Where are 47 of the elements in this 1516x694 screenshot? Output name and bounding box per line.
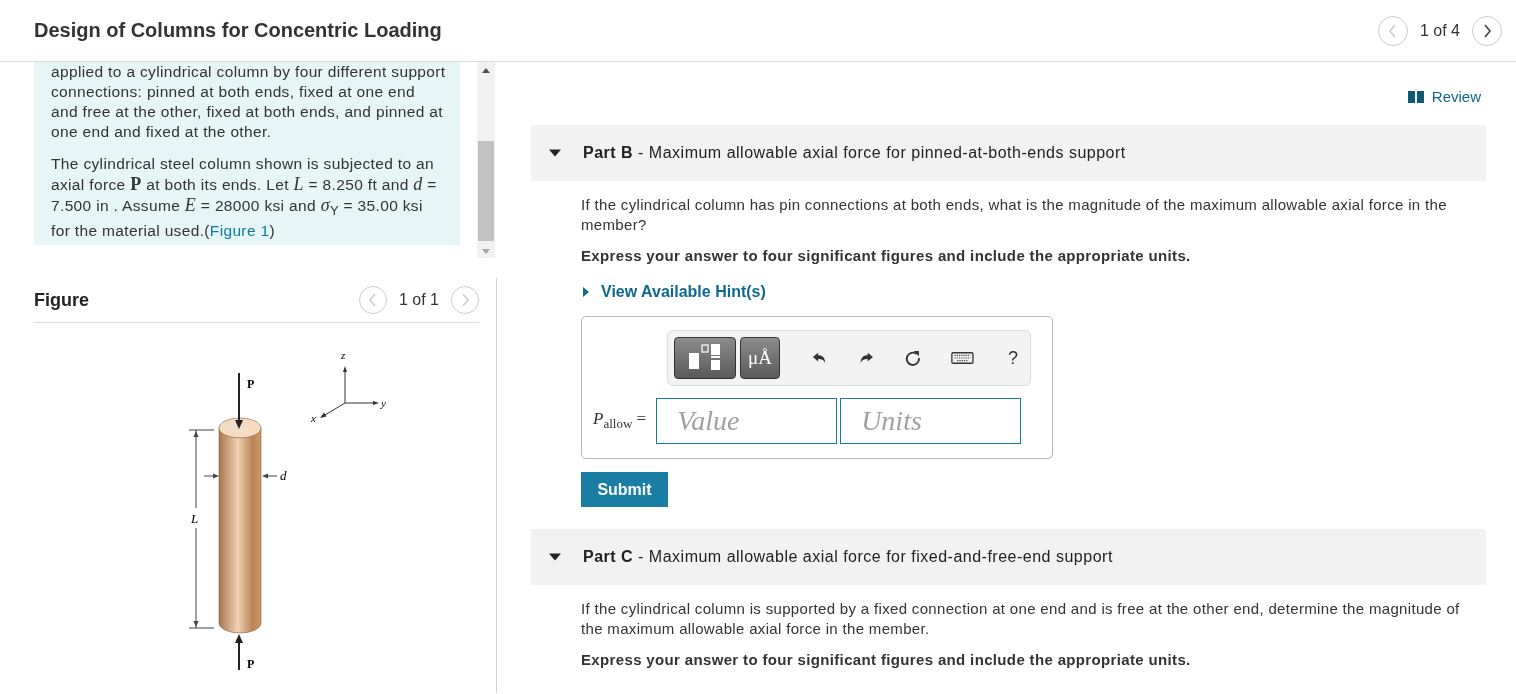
next-button[interactable]	[1472, 15, 1502, 46]
instruction-text: Express your answer to four significant figures and include the appropriate units.	[581, 247, 1192, 264]
scroll-up-icon[interactable]	[482, 68, 490, 73]
force-arrow-drawing	[235, 372, 243, 429]
help-button[interactable]: ?	[1001, 347, 1024, 369]
force-label: P	[247, 377, 255, 391]
axes-drawing	[320, 366, 379, 418]
part-header[interactable]: Part B - Maximum allowable axial force for pinned-at-both-ends support	[531, 125, 1486, 181]
figure-heading: Figure	[34, 289, 89, 311]
chevron-left-icon	[367, 293, 378, 307]
part-header[interactable]: Part C - Maximum allowable axial force for fixed-and-free-end support	[531, 529, 1486, 585]
instruction-text: Express your answer to four significant figures and include the appropriate units.	[581, 651, 1192, 668]
axis-label: y	[381, 397, 386, 409]
force-arrow-drawing	[235, 634, 243, 671]
value-field[interactable]: Value	[656, 398, 838, 444]
part-title: Part C - Maximum allowable axial force for fixed-and-free-end support	[583, 548, 1113, 566]
part-title: Part B - Maximum allowable axial force for pinned-at-both-ends support	[583, 144, 1126, 162]
question-text: If the cylindrical column has pin connections at both ends, what is the magnitude of the maximum allowable axial force in the member?	[581, 195, 1448, 235]
templates-button[interactable]	[674, 337, 736, 379]
chevron-right-icon	[1482, 23, 1492, 38]
figure-link[interactable]: Figure 1	[209, 222, 270, 240]
units-button[interactable]: μÅ	[740, 337, 780, 379]
book-icon	[1407, 90, 1424, 103]
reset-icon[interactable]	[903, 348, 922, 368]
problem-paragraph: applied to a cylindrical column by four different support connections: pinned at both ends, fixed at one end and free at the other, fixed at both ends, and pinned at one end and fixed at the other.	[51, 62, 446, 142]
axis-label: x	[311, 412, 316, 424]
units-field[interactable]: Units	[840, 398, 1022, 444]
length-label: L	[191, 511, 199, 526]
review-link[interactable]: Review	[1407, 88, 1481, 105]
answer-label: P$_{allow}$ =	[593, 409, 647, 433]
submit-button[interactable]: Submit	[581, 472, 668, 507]
question-text: If the cylindrical column is supported by a fixed connection at one end and is free at the other end, determine the magnitude of the maximum allowable axial force in the member.	[581, 599, 1461, 639]
diameter-label: d	[280, 468, 287, 483]
collapsed-triangle-icon[interactable]	[581, 287, 591, 297]
page-counter: 1 of 4	[1419, 21, 1460, 40]
axis-label: z	[341, 349, 346, 361]
expanded-triangle-icon[interactable]	[549, 551, 561, 563]
figure-counter: 1 of 1	[398, 291, 439, 309]
keyboard-icon[interactable]	[951, 351, 974, 365]
chevron-right-icon	[460, 293, 470, 307]
problem-paragraph: The cylindrical steel column shown is subjected to an axial force P at both its ends. Let L = 8.250 ft and d = 7.500 in . Assume E = 28000 ksi and σ$_{Y}$ = 35.00 ksi for the material used.(Figure 1)	[51, 154, 438, 242]
scrollbar[interactable]	[477, 62, 495, 258]
expanded-triangle-icon[interactable]	[549, 147, 561, 159]
page-title: Design of Columns for Concentric Loading	[34, 19, 442, 42]
hints-link[interactable]: View Available Hint(s)	[601, 283, 766, 301]
force-label: P	[247, 657, 255, 671]
chevron-left-icon	[1387, 23, 1398, 38]
